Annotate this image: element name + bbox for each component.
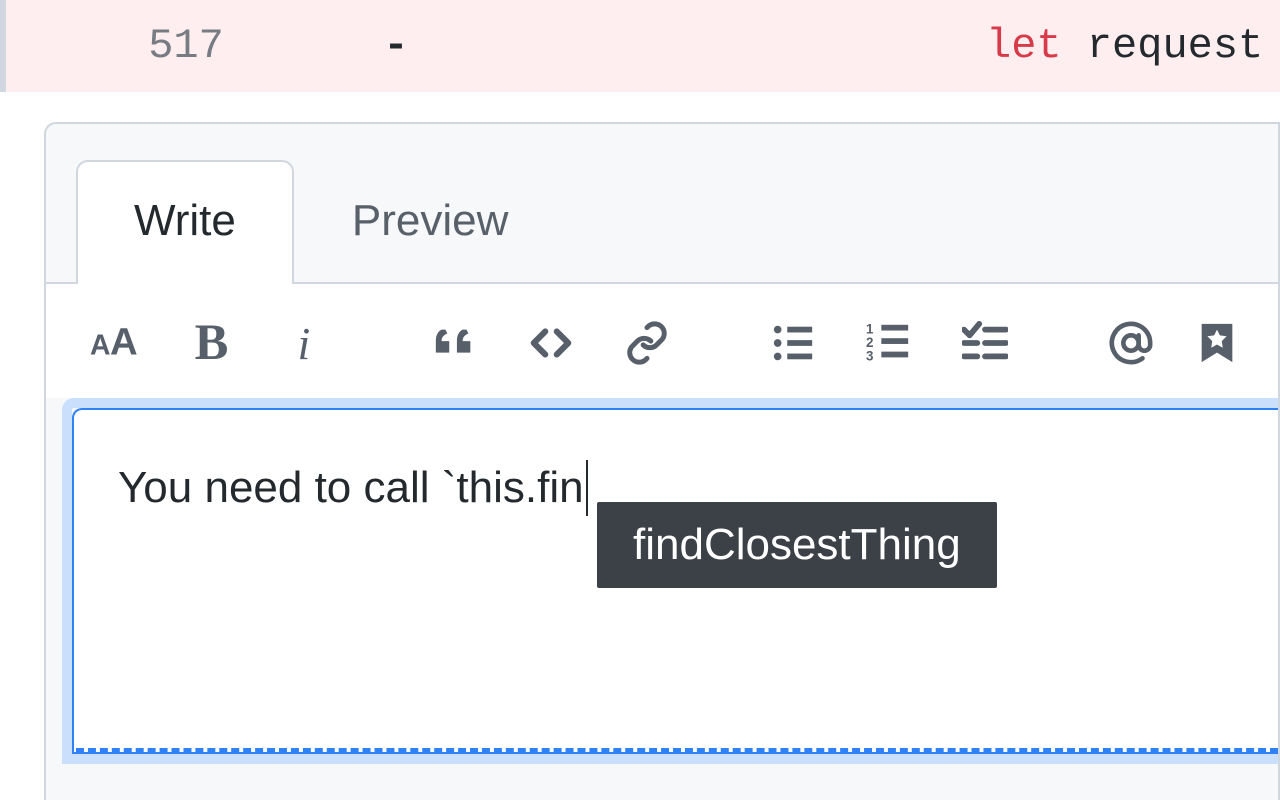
svg-text:i: i xyxy=(298,320,311,366)
markdown-toolbar: AA B i 123 xyxy=(46,284,1278,398)
saved-reply-icon[interactable] xyxy=(1194,318,1240,368)
comment-text-content: You need to call `this.fin xyxy=(118,460,588,516)
task-list-icon[interactable] xyxy=(962,318,1008,368)
text-caret xyxy=(586,460,588,516)
code-identifier: request xyxy=(1062,22,1264,70)
ordered-list-icon[interactable]: 123 xyxy=(866,318,912,368)
tab-write[interactable]: Write xyxy=(76,160,294,284)
svg-text:B: B xyxy=(195,320,229,366)
italic-icon[interactable]: i xyxy=(286,318,332,368)
code-icon[interactable] xyxy=(528,318,574,368)
bold-icon[interactable]: B xyxy=(190,318,236,368)
svg-text:A: A xyxy=(90,330,110,362)
quote-icon[interactable] xyxy=(432,318,478,368)
svg-text:3: 3 xyxy=(866,348,873,363)
heading-icon[interactable]: AA xyxy=(90,318,140,368)
svg-text:A: A xyxy=(110,321,138,364)
diff-line-number: 517 xyxy=(148,22,224,70)
diff-marker: - xyxy=(366,22,426,70)
mention-icon[interactable] xyxy=(1108,318,1154,368)
diff-deleted-line: - let request xyxy=(366,0,1280,92)
diff-row: 517 - let request xyxy=(0,0,1280,92)
comment-composer: Write Preview AA B i 123 xyxy=(44,122,1280,800)
autocomplete-suggestion[interactable]: findClosestThing xyxy=(597,502,997,588)
code-keyword: let xyxy=(986,22,1062,70)
unordered-list-icon[interactable] xyxy=(770,318,816,368)
diff-code: let request xyxy=(426,22,1263,70)
comment-text: You need to call `this.fin xyxy=(118,463,584,513)
diff-line-number-cell: 517 xyxy=(6,0,366,92)
link-icon[interactable] xyxy=(624,318,670,368)
drop-zone-divider xyxy=(76,748,1278,752)
comment-tabs: Write Preview xyxy=(46,124,1278,284)
tab-preview[interactable]: Preview xyxy=(294,160,567,282)
